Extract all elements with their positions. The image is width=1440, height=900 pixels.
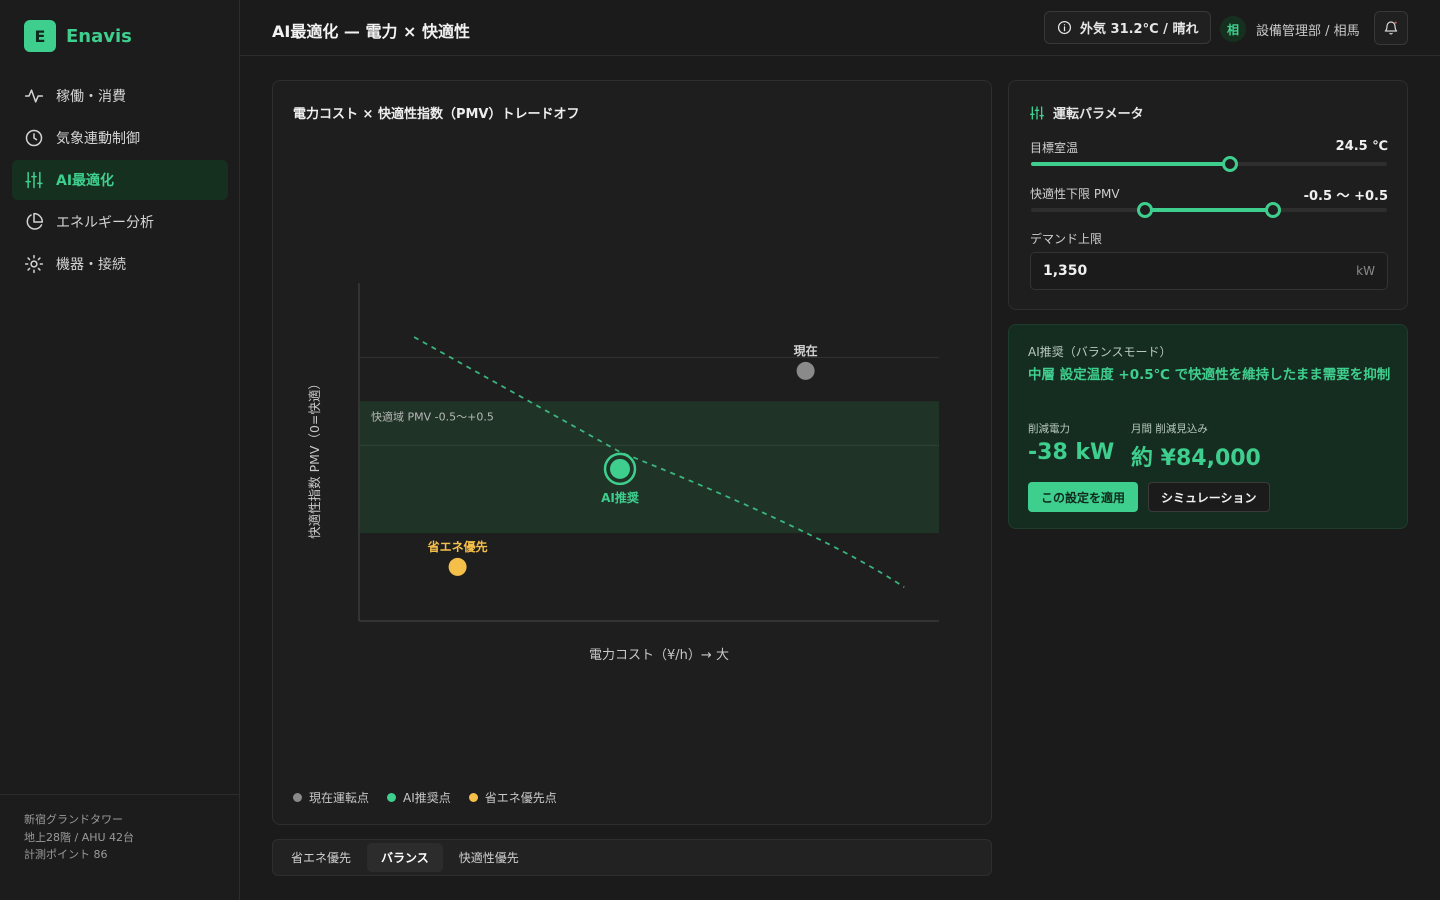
notifications-button[interactable] (1374, 11, 1408, 45)
stat-label: 削減電力 (1028, 423, 1070, 435)
sidebar-item-label: 機器・接続 (56, 257, 126, 273)
recommendation-headline: 中層 設定温度 +0.5℃ で快適性を維持したまま需要を抑制 (1028, 367, 1391, 383)
legend-item-energy-saving: 省エネ優先点 (468, 789, 557, 806)
point-label-current: 現在 (794, 343, 818, 358)
slider-fill (1144, 208, 1274, 212)
slider-thumb-low[interactable] (1136, 202, 1153, 218)
sidebar-item-devices[interactable]: 機器・接続 (12, 244, 228, 284)
target-temp-value: 24.5 ℃ (1335, 139, 1388, 154)
page-title: AI最適化 — 電力 × 快適性 (272, 22, 471, 41)
stat-value: -38 kW (1028, 440, 1115, 465)
simulation-button[interactable]: シミュレーション (1148, 482, 1270, 512)
tab-comfort[interactable]: 快適性優先 (445, 843, 533, 872)
point-current[interactable] (796, 361, 815, 380)
demand-field[interactable]: kW (1030, 252, 1388, 290)
slider-thumb[interactable] (1222, 156, 1239, 172)
legend-item-current: 現在運転点 (293, 789, 369, 806)
point-ai-recommended[interactable] (610, 458, 630, 479)
sidebar-item-label: 稼働・消費 (56, 89, 126, 105)
sidebar-item-label: AI最適化 (56, 173, 115, 189)
params-title-text: 運転パラメータ (1053, 107, 1144, 122)
comfort-band-label: 快適域 PMV -0.5〜+0.5 (371, 409, 494, 423)
legend-label: 省エネ優先点 (484, 791, 557, 805)
building-points: 計測ポイント 86 (24, 848, 108, 861)
operation-params-card: 運転パラメータ 目標室温 24.5 ℃ 快適性下限 PMV -0.5 〜 +0.… (1008, 80, 1408, 310)
recommendation-label: AI推奨（バランスモード） (1028, 345, 1172, 359)
tradeoff-chart-card: 電力コスト × 快適性指数（PMV）トレードオフ 快適域 PMV -0.5〜+0… (272, 80, 992, 825)
mode-tabs: 省エネ優先 バランス 快適性優先 (272, 839, 992, 876)
chart-legend: 現在運転点 AI推奨点 省エネ優先点 (293, 789, 557, 806)
user-name: 設備管理部 / 相馬 (1256, 23, 1360, 39)
sliders-icon (25, 171, 43, 189)
sidebar-nav: 稼働・消費 気象連動制御 AI最適化 エネルギー分析 機器・接続 (12, 76, 228, 286)
demand-row: デマンド上限 (1030, 230, 1388, 247)
weather-text: 外気 31.2°C / 晴れ (1080, 22, 1199, 37)
pie-chart-icon (26, 212, 44, 230)
demand-input[interactable] (1043, 263, 1243, 279)
brand-logo: E (24, 20, 56, 52)
sidebar-item-ai-optimization[interactable]: AI最適化 (12, 160, 228, 200)
legend-dot (293, 793, 302, 802)
tab-balance[interactable]: バランス (367, 843, 443, 872)
clock-icon (25, 129, 43, 147)
weather-badge[interactable]: 外気 31.2°C / 晴れ (1044, 11, 1212, 44)
legend-dot (468, 793, 478, 802)
demand-unit: kW (1356, 264, 1375, 278)
sidebar-item-label: エネルギー分析 (56, 215, 154, 231)
brand[interactable]: E Enavis (24, 20, 132, 52)
slider-fill (1031, 162, 1231, 166)
top-header: AI最適化 — 電力 × 快適性 外気 31.2°C / 晴れ 相 設備管理部 … (240, 0, 1440, 56)
stat-monthly-saving: 月間 削減見込み 約 ¥84,000 (1131, 421, 1261, 472)
sidebar-item-label: 気象連動制御 (56, 131, 140, 147)
avatar: 相 (1220, 16, 1246, 42)
stat-label: 月間 削減見込み (1131, 423, 1208, 435)
brand-name: Enavis (66, 25, 132, 47)
slider-thumb-high[interactable] (1265, 202, 1282, 218)
target-temp-row: 目標室温 24.5 ℃ (1030, 139, 1388, 156)
apply-setting-button[interactable]: この設定を適用 (1028, 482, 1139, 512)
sidebar-item-operation[interactable]: 稼働・消費 (12, 76, 228, 116)
bell-icon (1384, 21, 1398, 35)
target-temp-slider[interactable] (1031, 155, 1387, 173)
demand-label: デマンド上限 (1030, 232, 1103, 246)
sidebar-item-weather-control[interactable]: 気象連動制御 (12, 118, 228, 158)
params-title: 運転パラメータ (1029, 103, 1144, 122)
point-label-energy-saving: 省エネ優先 (427, 539, 488, 554)
pmv-range-slider[interactable] (1031, 201, 1387, 219)
legend-item-ai: AI推奨点 (387, 789, 451, 806)
point-label-ai: AI推奨 (601, 490, 640, 505)
y-axis-label: 快適性指数 PMV（0=快適） (307, 377, 322, 539)
user-menu[interactable]: 相 設備管理部 / 相馬 (1220, 16, 1360, 42)
sliders-icon (1030, 105, 1044, 120)
building-name: 新宿グランドタワー (24, 813, 123, 826)
tab-energy-saving[interactable]: 省エネ優先 (277, 843, 365, 872)
activity-icon (24, 89, 44, 103)
sidebar: E Enavis 稼働・消費 気象連動制御 AI最適化 エネルギー分析 機器・接… (0, 0, 240, 900)
tradeoff-chart: 快適域 PMV -0.5〜+0.5 現在 AI推奨 省エネ優先 電力コスト（¥/… (307, 283, 939, 663)
point-energy-saving[interactable] (448, 557, 467, 576)
stat-value: 約 ¥84,000 (1131, 446, 1261, 471)
sun-gear-icon (24, 254, 44, 274)
building-floors: 地上28階 / AHU 42台 (24, 830, 135, 844)
building-info: 新宿グランドタワー 地上28階 / AHU 42台 計測ポイント 86 (0, 794, 239, 900)
legend-label: 現在運転点 (309, 791, 370, 805)
x-axis-label: 電力コスト（¥/h）→ 大 (589, 648, 729, 663)
ai-recommendation-card: AI推奨（バランスモード） 中層 設定温度 +0.5℃ で快適性を維持したまま需… (1008, 324, 1408, 529)
target-temp-label: 目標室温 (1030, 141, 1079, 155)
stat-power-reduction: 削減電力 -38 kW (1028, 421, 1114, 465)
sidebar-item-energy-analysis[interactable]: エネルギー分析 (12, 202, 228, 242)
legend-dot (387, 793, 397, 802)
legend-label: AI推奨点 (403, 791, 451, 805)
info-icon (1057, 20, 1072, 35)
